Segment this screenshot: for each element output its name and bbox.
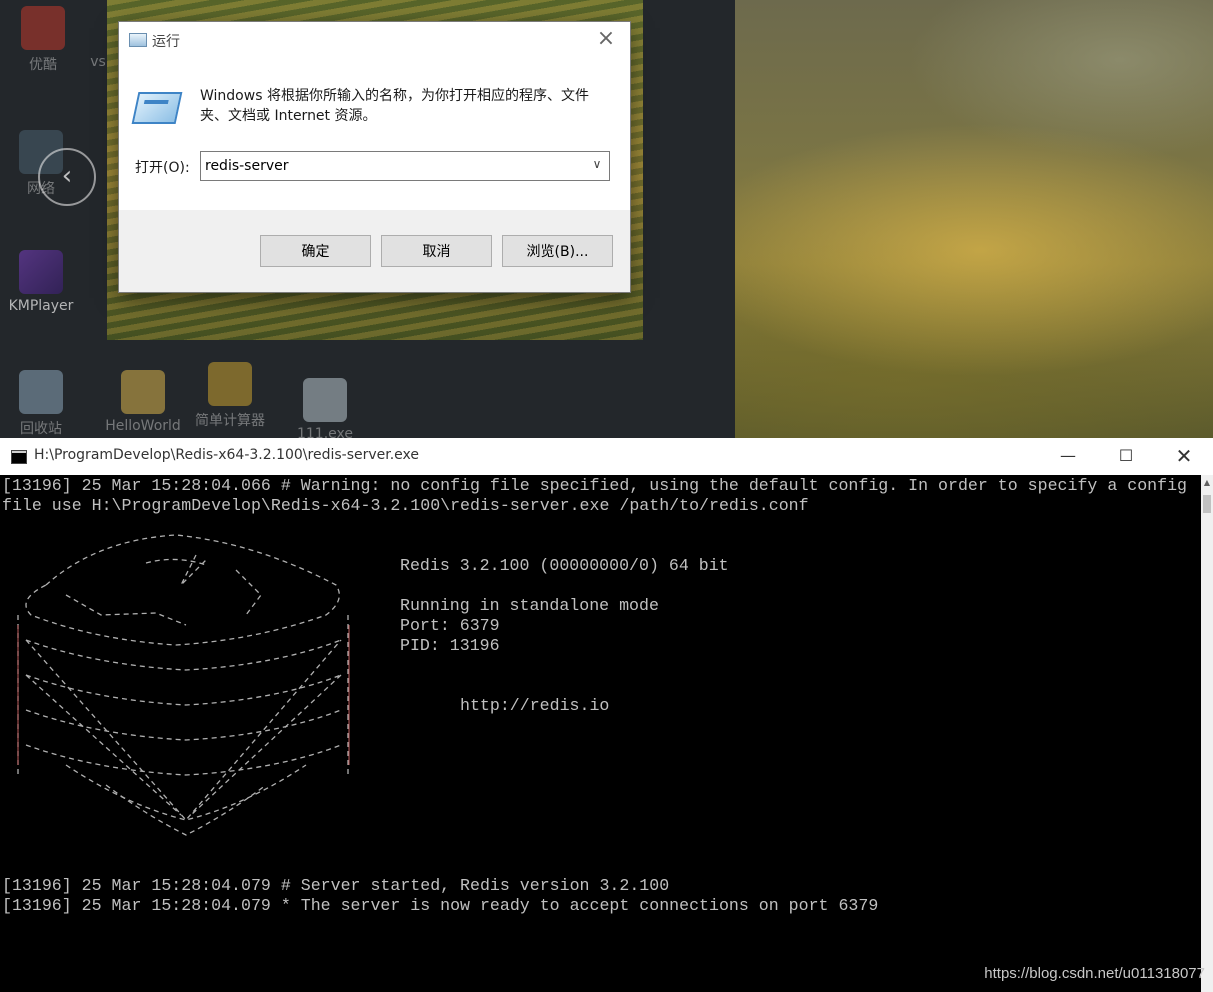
run-program-icon [131,92,183,124]
open-label: 打开(O): [135,160,190,176]
scrollbar-thumb[interactable] [1203,495,1211,513]
minimize-icon[interactable]: — [1039,438,1097,475]
back-arrow-icon[interactable]: ‹ [38,148,96,206]
desktop-icon-recycle-bin[interactable]: 回收站 [6,370,76,438]
open-input[interactable] [201,152,589,180]
exe-icon [303,378,347,422]
desktop-icon-label: vs [90,54,106,70]
close-icon[interactable]: ✕ [1155,438,1213,475]
run-dialog-titlebar[interactable]: 运行 × [119,22,630,58]
youku-icon [21,6,65,50]
open-combobox[interactable]: ∨ [200,151,610,181]
folder-icon [121,370,165,414]
maximize-icon[interactable]: ☐ [1097,438,1155,475]
console-line-warning: [13196] 25 Mar 15:28:04.066 # Warning: n… [2,476,1187,495]
vs-icon [78,6,122,50]
calculator-icon [208,362,252,406]
desktop-icon-helloworld[interactable]: HelloWorld [98,370,188,434]
desktop-icon-calculator[interactable]: 简单计算器 [190,362,270,430]
kmplayer-icon [19,250,63,294]
console-line-warning-cont: file use H:\ProgramDevelop\Redis-x64-3.2… [2,496,809,515]
desktop-icon-vs[interactable]: vs [78,6,118,70]
console-line-server-started: [13196] 25 Mar 15:28:04.079 # Server sta… [2,876,670,895]
console-app-icon [11,450,27,464]
console-pid: PID: 13196 [400,636,500,655]
console-redis-version: Redis 3.2.100 (00000000/0) 64 bit [400,556,729,575]
desktop-icon-label: KMPlayer [8,298,74,314]
desktop-icon-111[interactable]: 111.exe [290,378,360,442]
watermark: https://blog.csdn.net/u011318077 [984,965,1205,982]
console-title: H:\ProgramDevelop\Redis-x64-3.2.100\redi… [34,447,420,463]
console-scrollbar[interactable]: ▲ [1201,475,1213,992]
chevron-down-icon[interactable]: ∨ [589,157,605,171]
desktop-icon-label: 简单计算器 [195,413,265,429]
console-port: Port: 6379 [400,616,500,635]
run-description: Windows 将根据你所输入的名称，为你打开相应的程序、文件夹、文档或 Int… [200,88,589,124]
scroll-up-icon[interactable]: ▲ [1201,475,1213,491]
console-window: H:\ProgramDevelop\Redis-x64-3.2.100\redi… [0,438,1213,992]
console-mode: Running in standalone mode [400,596,659,615]
browse-button[interactable]: 浏览(B)... [502,235,613,267]
desktop-icon-label: HelloWorld [105,418,181,434]
console-line-ready: [13196] 25 Mar 15:28:04.079 * The server… [2,896,879,915]
desktop-icon-kmplayer[interactable]: KMPlayer [4,250,78,314]
desktop-icon-label: 优酷 [29,57,57,73]
run-dialog-footer: 确定 取消 浏览(B)... [119,210,630,292]
redis-ascii-logo-icon [6,515,366,855]
cancel-button[interactable]: 取消 [381,235,492,267]
run-dialog-title: 运行 [152,34,180,50]
console-titlebar[interactable]: H:\ProgramDevelop\Redis-x64-3.2.100\redi… [0,438,1213,475]
run-app-icon [129,33,147,47]
console-output[interactable]: [13196] 25 Mar 15:28:04.066 # Warning: n… [2,475,1198,992]
ok-button[interactable]: 确定 [260,235,371,267]
desktop-icon-label: 回收站 [20,421,62,437]
desktop-icon-youku[interactable]: 优酷 [8,6,78,74]
close-icon[interactable]: × [594,27,618,51]
run-dialog: 运行 × Windows 将根据你所输入的名称，为你打开相应的程序、文件夹、文档… [119,22,630,292]
console-url: http://redis.io [460,696,610,715]
recycle-bin-icon [19,370,63,414]
